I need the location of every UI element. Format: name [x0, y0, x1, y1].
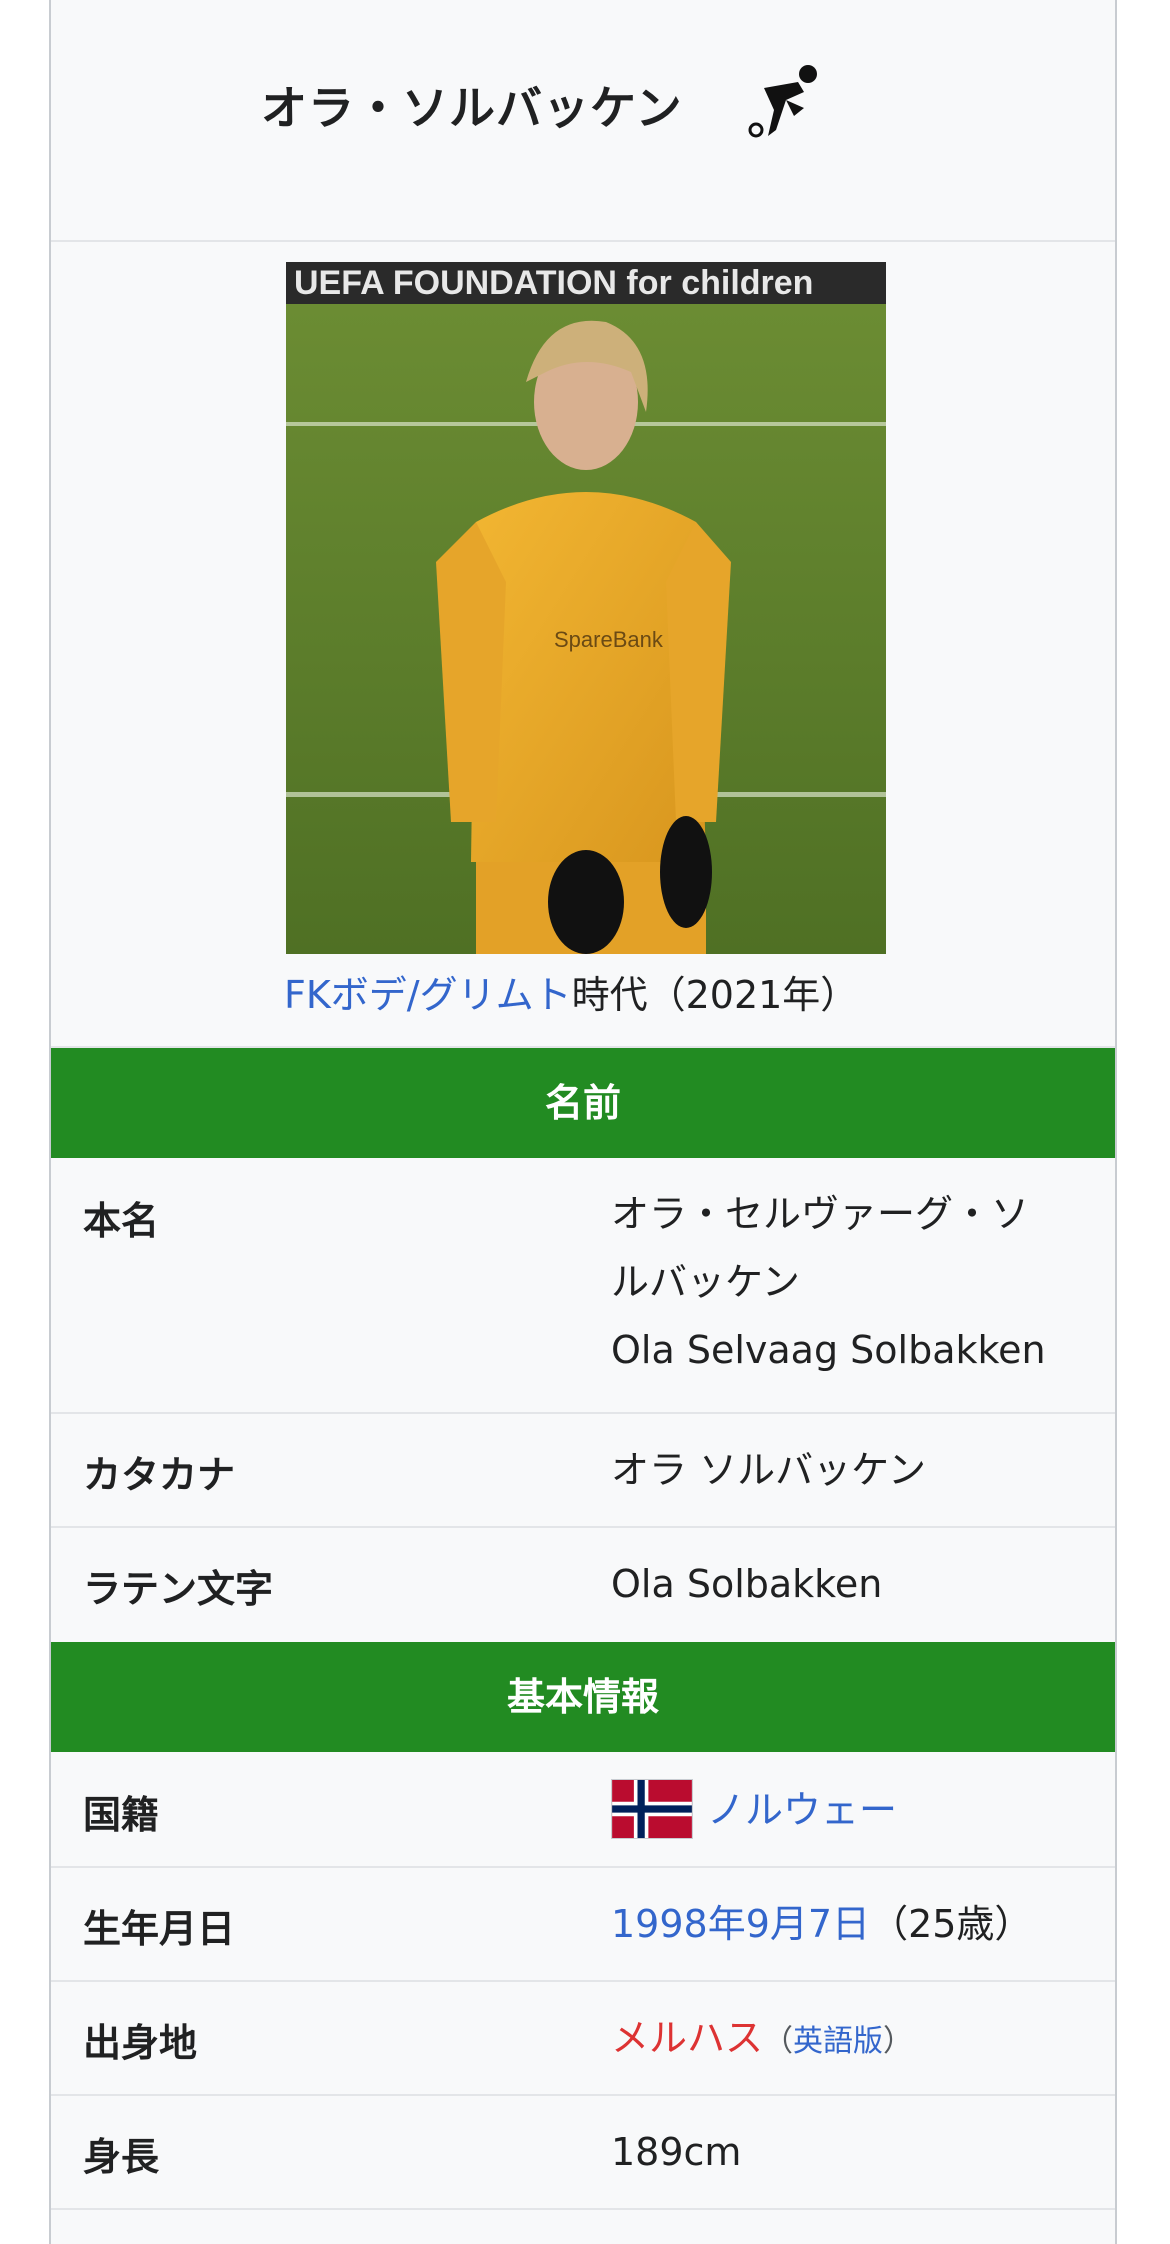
- infobox-image-row: UEFA FOUNDATION for children SpareBank F…: [51, 242, 1115, 1048]
- birthplace-redlink[interactable]: メルハス: [611, 2016, 763, 2060]
- section-header-name: 名前: [51, 1048, 1115, 1158]
- row-label: 生年月日: [83, 1907, 236, 1951]
- player-photo[interactable]: UEFA FOUNDATION for children SpareBank: [286, 262, 886, 954]
- row-nationality: 国籍 ノルウェー: [51, 1752, 1115, 1868]
- row-birthdate: 生年月日 1998年9月7日（25歳）: [51, 1868, 1115, 1982]
- banner-text: UEFA FOUNDATION for children: [294, 264, 813, 302]
- infobox-title: オラ・ソルバッケン: [261, 81, 683, 135]
- real-name-line3: Ola Selvaag Solbakken: [611, 1328, 1046, 1372]
- svg-text:SpareBank: SpareBank: [554, 627, 664, 652]
- row-label: 国籍: [83, 1793, 160, 1837]
- image-caption: FKボデ/グリムト時代（2021年）: [284, 964, 858, 1019]
- infobox-title-row: オラ・ソルバッケン: [51, 0, 1115, 242]
- paren-close: ）: [883, 2024, 914, 2059]
- real-name-line2: ルバッケン: [611, 1260, 800, 1304]
- row-birthplace: 出身地 メルハス（英語版）: [51, 1982, 1115, 2096]
- row-label: 出身地: [83, 2021, 198, 2065]
- row-value: Ola Solbakken: [611, 1562, 883, 1606]
- row-height: 身長 189cm: [51, 2096, 1115, 2210]
- soccer-player-icon: [748, 65, 817, 138]
- real-name-line1: オラ・セルヴァーグ・ソ: [611, 1192, 1030, 1236]
- row-label: ラテン文字: [83, 1567, 274, 1611]
- row-katakana: カタカナ オラ ソルバッケン: [51, 1414, 1115, 1528]
- age-text: （25歳）: [870, 1902, 1033, 1946]
- row-value: 189cm: [611, 2130, 742, 2174]
- caption-club-link[interactable]: FKボデ/グリムト: [284, 973, 572, 1017]
- row-latin: ラテン文字 Ola Solbakken: [51, 1528, 1115, 1642]
- row-value: 1998年9月7日（25歳）: [611, 1890, 1101, 1958]
- infobox: オラ・ソルバッケン UEFA FOUNDATION for children S…: [49, 0, 1117, 2244]
- row-value: ノルウェー: [611, 1776, 1101, 1844]
- row-label: カタカナ: [83, 1453, 236, 1497]
- row-value: オラ・セルヴァーグ・ソ ルバッケン Ola Selvaag Solbakken: [611, 1180, 1101, 1384]
- row-label: 本名: [83, 1199, 160, 1243]
- birthdate-link[interactable]: 1998年9月7日: [611, 1902, 870, 1946]
- norway-flag-icon: [611, 1778, 693, 1839]
- row-value: メルハス（英語版）: [611, 2004, 1101, 2076]
- paren-open: （: [763, 2024, 794, 2059]
- caption-text: 時代（2021年）: [571, 973, 859, 1017]
- nationality-link[interactable]: ノルウェー: [707, 1788, 897, 1832]
- row-label: 身長: [83, 2135, 160, 2179]
- row-real-name: 本名 オラ・セルヴァーグ・ソ ルバッケン Ola Selvaag Solbakk…: [51, 1158, 1115, 1414]
- section-header-basic: 基本情報: [51, 1642, 1115, 1752]
- row-value: オラ ソルバッケン: [611, 1448, 926, 1492]
- english-version-link[interactable]: 英語版: [793, 2024, 883, 2059]
